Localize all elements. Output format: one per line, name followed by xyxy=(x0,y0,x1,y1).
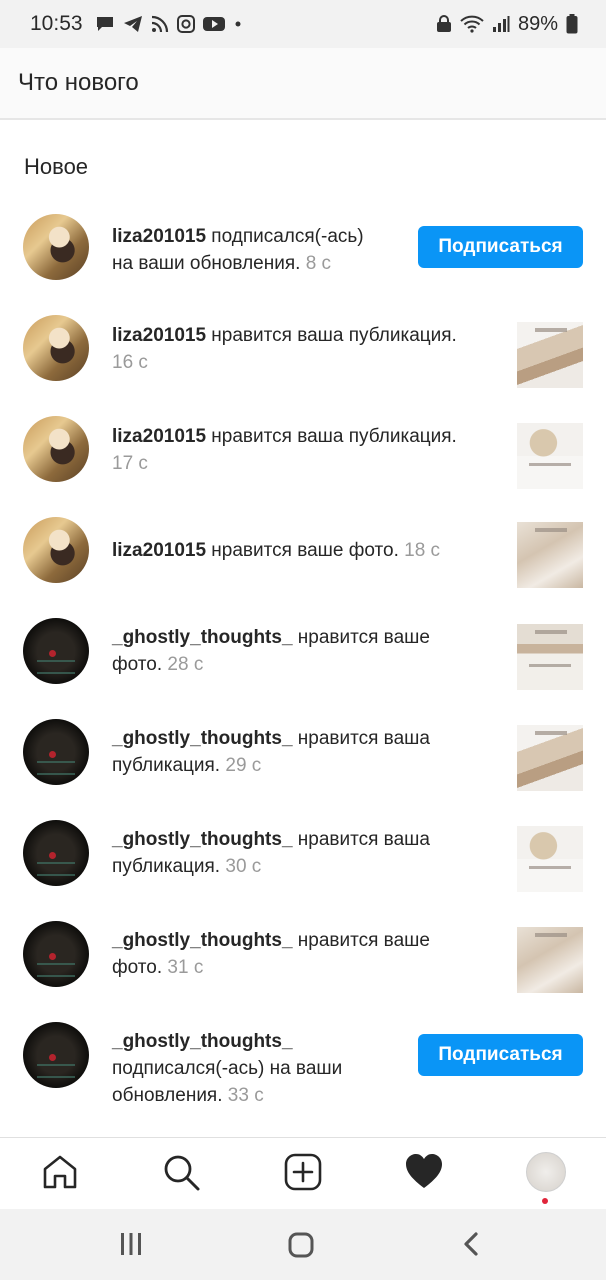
notification-time: 30 с xyxy=(225,856,262,877)
activity-feed[interactable]: Новое liza201015 подписался(-ась) на ваш… xyxy=(0,122,606,1137)
notification-text[interactable]: _ghostly_thoughts_ нравится ваше фото. 2… xyxy=(112,624,430,678)
notification-row[interactable]: liza201015 нравится ваша публикация. 17 … xyxy=(0,404,606,504)
avatar[interactable] xyxy=(23,416,89,482)
heart-icon[interactable] xyxy=(404,1152,444,1192)
post-thumbnail[interactable] xyxy=(517,725,583,791)
notification-row[interactable]: _ghostly_thoughts_ подписался(-ась) на в… xyxy=(0,1010,606,1110)
notification-message: нравится ваша xyxy=(292,829,430,850)
notification-message: нравится ваша xyxy=(292,728,430,749)
post-thumbnail[interactable] xyxy=(517,522,583,588)
notification-text[interactable]: liza201015 нравится ваша публикация. 16 … xyxy=(112,322,457,376)
profile-avatar[interactable] xyxy=(526,1152,566,1192)
notification-row[interactable]: _ghostly_thoughts_ нравится ваше фото. 3… xyxy=(0,909,606,1009)
avatar[interactable] xyxy=(23,1022,89,1088)
notification-time: 33 с xyxy=(227,1085,264,1106)
notification-message: публикация. xyxy=(112,755,226,776)
recents-icon[interactable] xyxy=(118,1231,144,1257)
message-icon xyxy=(96,17,113,31)
search-icon[interactable] xyxy=(161,1152,201,1192)
notification-text[interactable]: liza201015 подписался(-ась) на ваши обно… xyxy=(112,223,364,277)
username[interactable]: liza201015 xyxy=(112,426,206,447)
notification-row[interactable]: _ghostly_thoughts_ нравится ваше фото. 2… xyxy=(0,606,606,706)
avatar[interactable] xyxy=(23,315,89,381)
notification-message: публикация. xyxy=(112,856,226,877)
notification-time: 28 с xyxy=(167,654,204,675)
username[interactable]: _ghostly_thoughts_ xyxy=(112,627,293,648)
status-right: 89% xyxy=(436,13,578,36)
notification-message: подписался(-ась) xyxy=(206,226,364,247)
notification-message: фото. xyxy=(112,654,168,675)
follow-button[interactable]: Подписаться xyxy=(418,1034,583,1076)
add-post-icon[interactable] xyxy=(283,1152,323,1192)
avatar[interactable] xyxy=(23,921,89,987)
username[interactable]: liza201015 xyxy=(112,226,206,247)
notification-text[interactable]: _ghostly_thoughts_ нравится ваше фото. 3… xyxy=(112,927,430,981)
instagram-icon xyxy=(176,15,195,33)
notification-message: нравится ваша публикация. xyxy=(206,325,457,346)
rss-icon xyxy=(151,15,168,33)
post-thumbnail[interactable] xyxy=(517,322,583,388)
battery-percent: 89% xyxy=(517,12,558,35)
username[interactable]: _ghostly_thoughts_ xyxy=(112,829,293,850)
activity-header: Что нового xyxy=(0,48,606,120)
notification-row[interactable]: liza201015 нравится ваша публикация. 16 … xyxy=(0,303,606,403)
home-button-icon[interactable] xyxy=(287,1231,315,1259)
notification-message: на ваши обновления. xyxy=(112,253,306,274)
username[interactable]: _ghostly_thoughts_ xyxy=(112,1031,293,1052)
back-icon[interactable] xyxy=(460,1231,482,1257)
notification-text[interactable]: _ghostly_thoughts_ нравится ваша публика… xyxy=(112,826,430,880)
username[interactable]: _ghostly_thoughts_ xyxy=(112,930,293,951)
dot-icon xyxy=(235,21,241,27)
notification-message: подписался(-ась) на ваши xyxy=(112,1058,343,1079)
notification-dot xyxy=(542,1198,548,1204)
lock-icon xyxy=(436,15,451,32)
notification-time: 31 с xyxy=(167,957,204,978)
username[interactable]: liza201015 xyxy=(112,540,206,561)
bottom-navigation xyxy=(0,1137,606,1209)
notification-text[interactable]: liza201015 нравится ваша публикация. 17 … xyxy=(112,423,457,477)
avatar[interactable] xyxy=(23,618,89,684)
post-thumbnail[interactable] xyxy=(517,826,583,892)
notification-message: нравится ваша публикация. xyxy=(206,426,457,447)
follow-button[interactable]: Подписаться xyxy=(418,226,583,268)
signal-icon xyxy=(492,16,510,32)
page-title: Что нового xyxy=(18,69,139,96)
notification-time: 17 с xyxy=(112,453,148,474)
status-notification-icons xyxy=(95,15,243,33)
avatar[interactable] xyxy=(23,214,89,280)
post-thumbnail[interactable] xyxy=(517,624,583,690)
avatar[interactable] xyxy=(23,820,89,886)
notification-message: обновления. xyxy=(112,1085,228,1106)
notification-row[interactable]: _ghostly_thoughts_ нравится ваша публика… xyxy=(0,707,606,807)
wifi-icon xyxy=(460,15,484,33)
status-bar: 10:53 89% xyxy=(0,0,606,48)
notification-row[interactable]: liza201015 подписался(-ась) на ваши обно… xyxy=(0,202,606,302)
notification-message: фото. xyxy=(112,957,168,978)
notification-message: нравится ваше xyxy=(292,627,430,648)
youtube-icon xyxy=(202,17,225,31)
notification-message: нравится ваше xyxy=(292,930,430,951)
avatar[interactable] xyxy=(23,719,89,785)
status-time: 10:53 xyxy=(30,12,83,35)
notification-time: 8 с xyxy=(305,253,332,274)
notification-message: нравится ваше фото. xyxy=(206,540,405,561)
battery-icon xyxy=(566,14,578,34)
post-thumbnail[interactable] xyxy=(517,927,583,993)
notification-time: 18 с xyxy=(404,540,441,561)
telegram-icon xyxy=(123,16,142,32)
notification-row[interactable]: liza201015 нравится ваше фото. 18 с xyxy=(0,505,606,605)
notification-text[interactable]: liza201015 нравится ваше фото. 18 с xyxy=(112,537,440,564)
post-thumbnail[interactable] xyxy=(517,423,583,489)
system-navigation-bar xyxy=(0,1209,606,1280)
notification-text[interactable]: _ghostly_thoughts_ нравится ваша публика… xyxy=(112,725,430,779)
notification-time: 16 с xyxy=(112,352,148,373)
avatar[interactable] xyxy=(23,517,89,583)
section-title-new: Новое xyxy=(24,154,89,179)
notification-text[interactable]: _ghostly_thoughts_ подписался(-ась) на в… xyxy=(112,1028,342,1109)
username[interactable]: _ghostly_thoughts_ xyxy=(112,728,293,749)
notification-time: 29 с xyxy=(225,755,262,776)
notification-row[interactable]: _ghostly_thoughts_ нравится ваша публика… xyxy=(0,808,606,908)
username[interactable]: liza201015 xyxy=(112,325,206,346)
home-icon[interactable] xyxy=(40,1152,80,1192)
